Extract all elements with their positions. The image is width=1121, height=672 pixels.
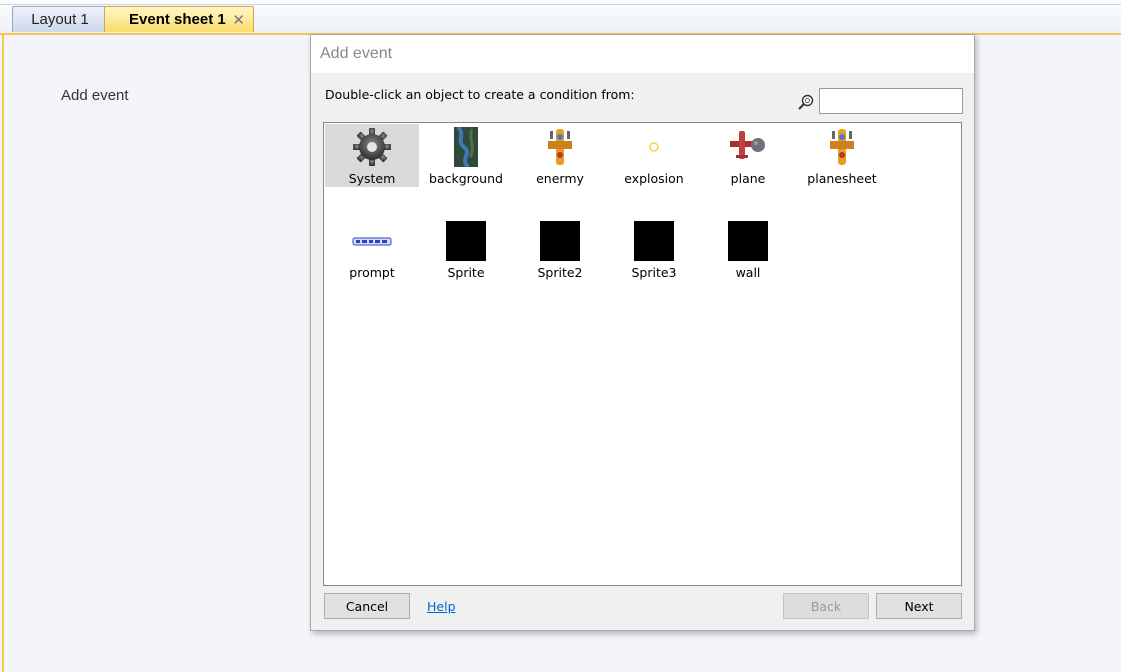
enemy-sprite-icon (548, 129, 572, 165)
object-label: Sprite2 (537, 265, 583, 280)
object-label: planesheet (807, 171, 877, 186)
object-item-background[interactable]: background (419, 124, 513, 187)
object-item-sprite3[interactable]: Sprite3 (607, 218, 701, 281)
object-label: System (348, 171, 396, 186)
cancel-button[interactable]: Cancel (324, 593, 410, 619)
object-list: System background enermy explosion plane… (323, 122, 962, 586)
tab-event-sheet-1[interactable]: Event sheet 1 ✕ (104, 6, 254, 32)
black-sprite-icon (446, 221, 486, 261)
search-icon (798, 94, 814, 110)
close-icon[interactable]: ✕ (232, 11, 245, 29)
tab-label: Event sheet 1 (129, 11, 226, 28)
gear-icon (353, 128, 391, 166)
object-item-enermy[interactable]: enermy (513, 124, 607, 187)
object-label: background (429, 171, 503, 186)
object-item-sprite2[interactable]: Sprite2 (513, 218, 607, 281)
object-label: wall (735, 265, 761, 280)
add-event-link[interactable]: Add event (61, 87, 129, 104)
object-label: prompt (349, 265, 395, 280)
object-label: Sprite3 (631, 265, 677, 280)
black-sprite-icon (728, 221, 768, 261)
explosion-sprite-icon (649, 142, 659, 152)
dialog-instruction: Double-click an object to create a condi… (325, 87, 635, 102)
object-item-plane[interactable]: plane (701, 124, 795, 187)
document-tab-strip: Layout 1 Event sheet 1 ✕ (0, 0, 1121, 35)
search-input[interactable] (819, 88, 963, 114)
background-thumbnail-icon (454, 127, 478, 167)
dialog-titlebar: Add event (311, 35, 974, 73)
next-button[interactable]: Next (876, 593, 962, 619)
tab-strip-divider (0, 4, 1121, 5)
object-label: enermy (536, 171, 584, 186)
object-item-sprite[interactable]: Sprite (419, 218, 513, 281)
object-item-explosion[interactable]: explosion (607, 124, 701, 187)
tab-label: Layout 1 (31, 11, 89, 28)
help-link[interactable]: Help (427, 599, 456, 614)
plane-sprite-icon (730, 131, 765, 159)
back-button[interactable]: Back (783, 593, 869, 619)
black-sprite-icon (540, 221, 580, 261)
tab-layout-1[interactable]: Layout 1 (12, 6, 108, 32)
object-item-planesheet[interactable]: planesheet (795, 124, 889, 187)
object-label: explosion (624, 171, 684, 186)
object-label: Sprite (447, 265, 485, 280)
object-item-prompt[interactable]: prompt (325, 218, 419, 281)
object-item-wall[interactable]: wall (701, 218, 795, 281)
object-item-system[interactable]: System (325, 124, 419, 187)
prompt-text-icon (352, 237, 392, 246)
add-event-dialog: Add event Double-click an object to crea… (310, 34, 975, 631)
object-label: plane (730, 171, 766, 186)
black-sprite-icon (634, 221, 674, 261)
dialog-title: Add event (320, 45, 393, 62)
planesheet-sprite-icon (830, 129, 854, 165)
